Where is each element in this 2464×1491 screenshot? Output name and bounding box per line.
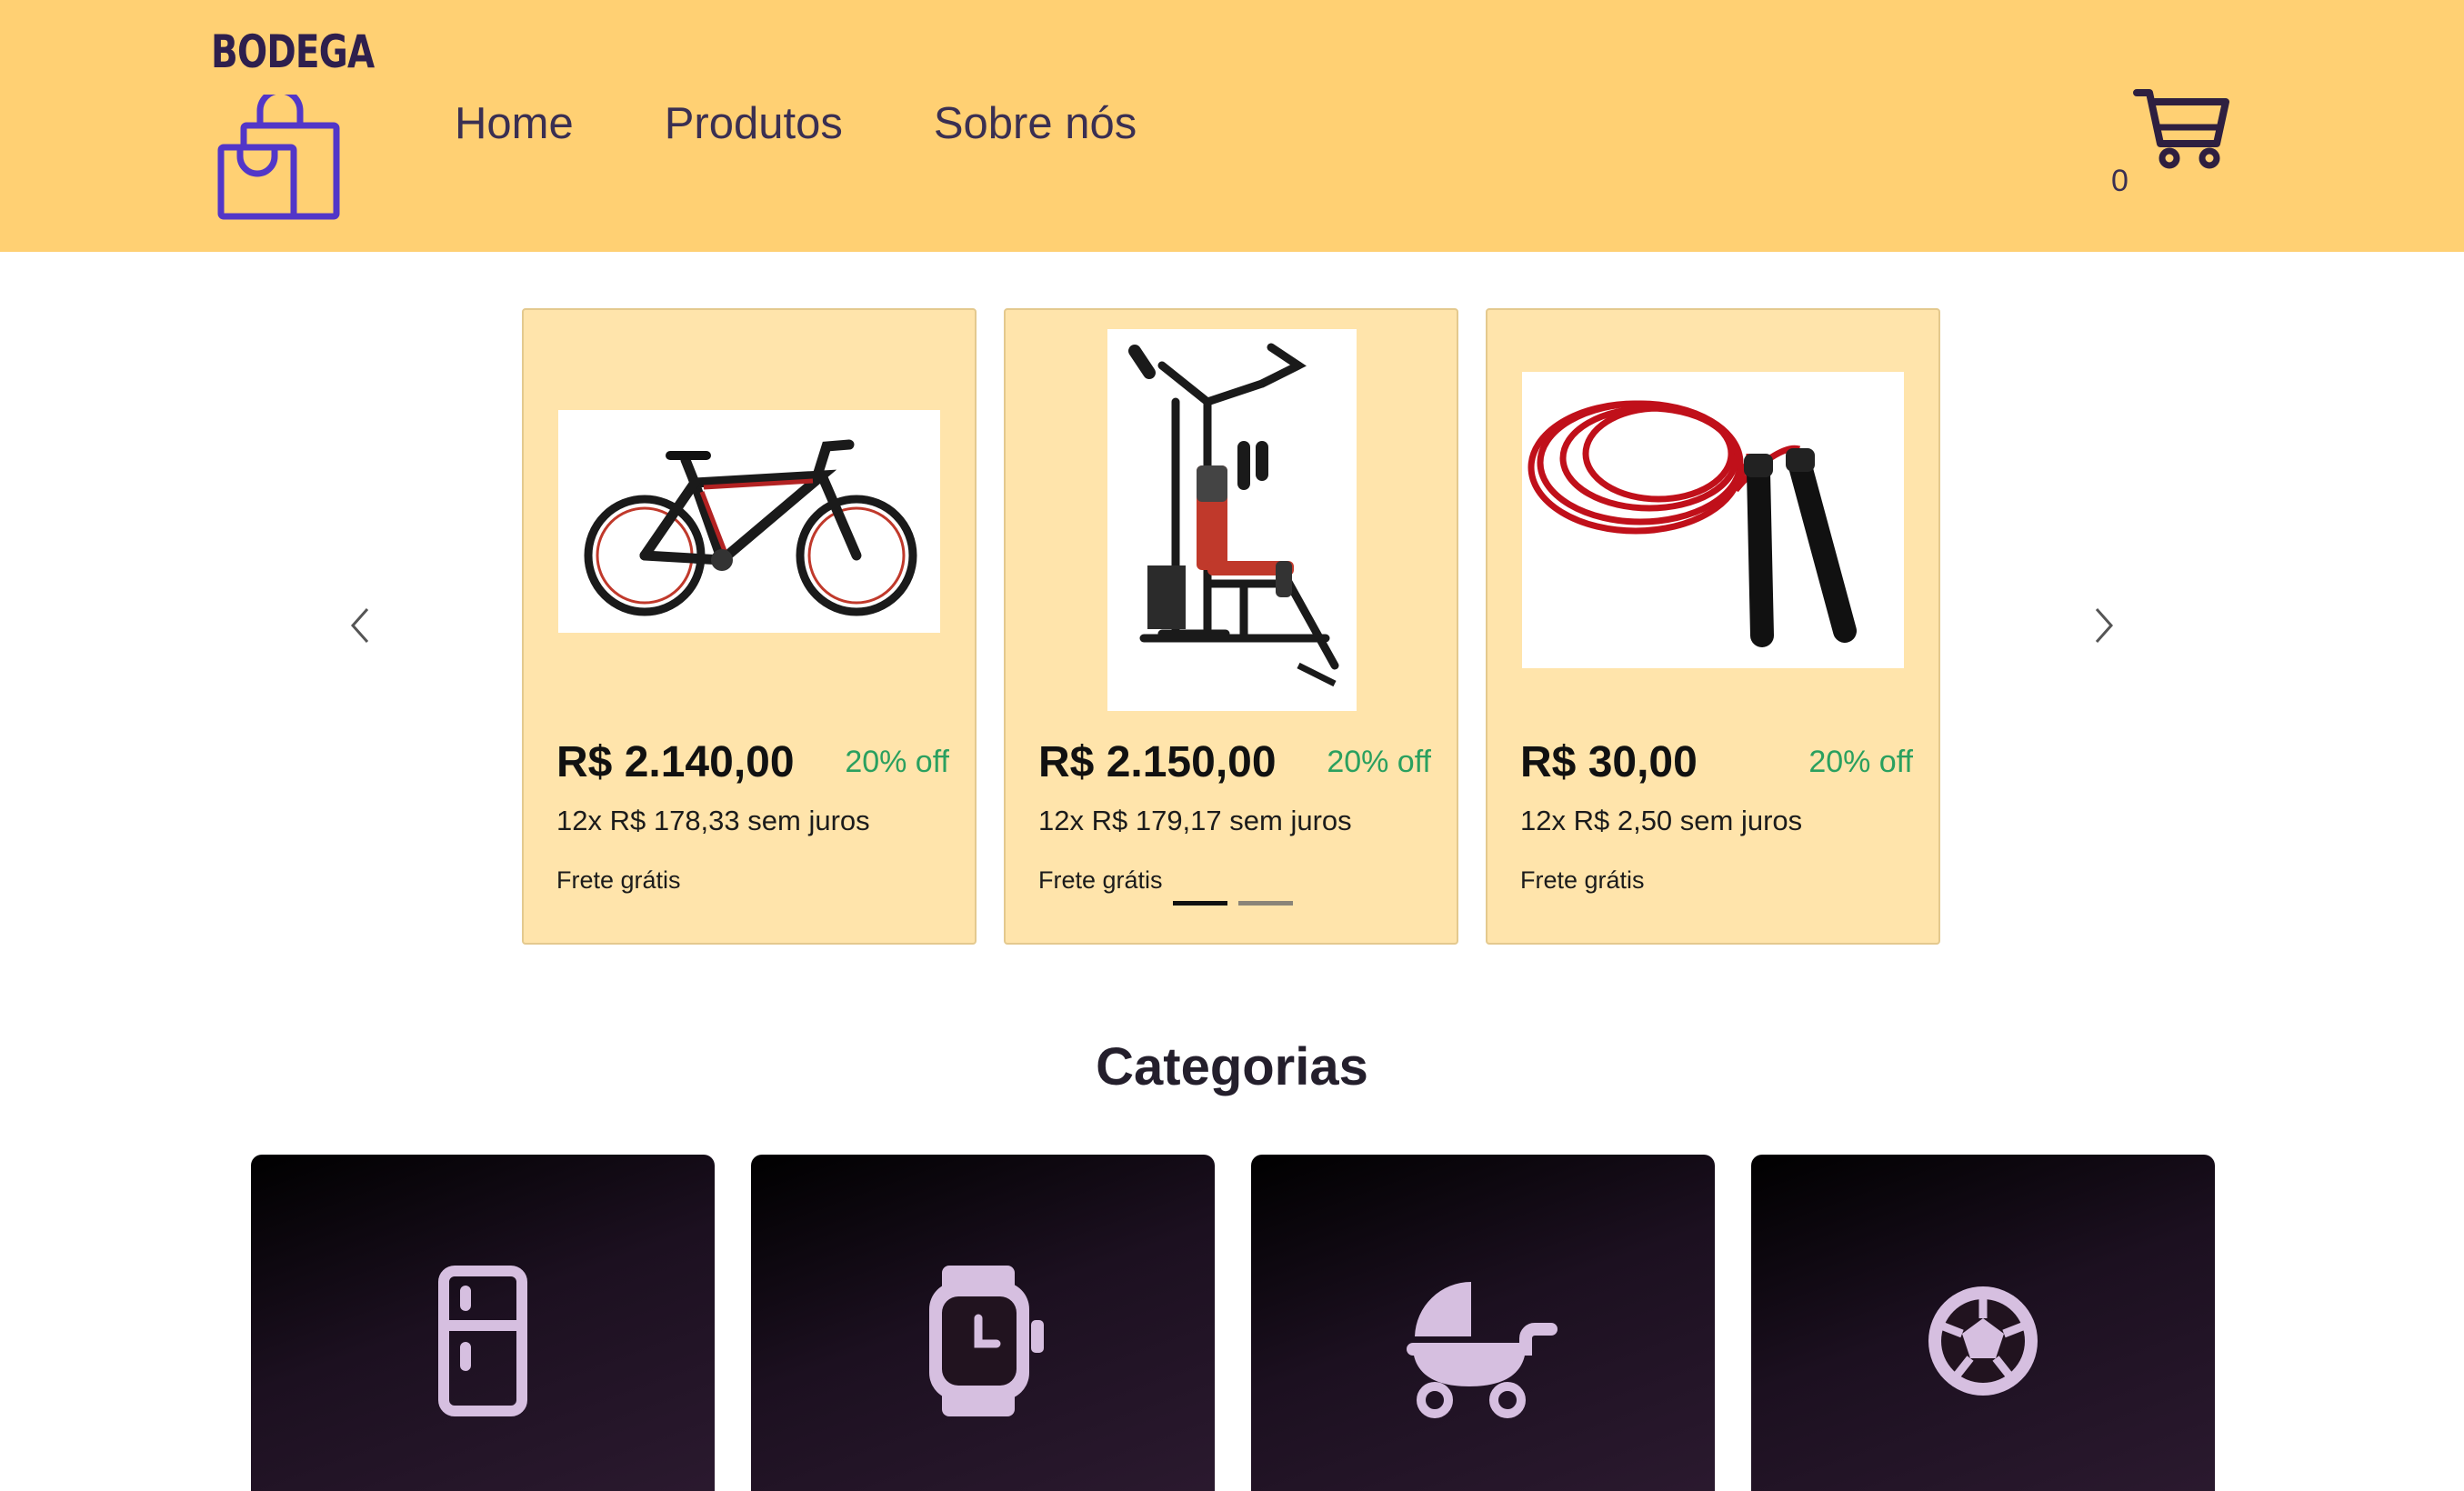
site-header: BODEGA Home Produtos Sobre nós 0 <box>0 0 2464 252</box>
smartwatch-icon <box>929 1266 1044 1416</box>
bicycle-image <box>558 410 940 633</box>
jump-rope-image <box>1522 372 1904 668</box>
home-gym-image <box>1107 329 1357 711</box>
chevron-right-icon[interactable] <box>2088 604 2120 647</box>
shipping-text: Frete grátis <box>556 866 681 894</box>
soccer-ball-icon <box>1928 1286 2038 1396</box>
product-price: R$ 30,00 <box>1520 738 1698 786</box>
category-card-watches[interactable] <box>751 1155 1215 1491</box>
discount-badge: 20% off <box>845 745 949 779</box>
product-card[interactable]: R$ 2.150,00 20% off 12x R$ 179,17 sem ju… <box>1004 308 1458 945</box>
nav-home[interactable]: Home <box>455 98 574 149</box>
main-nav: Home Produtos Sobre nós <box>455 98 1227 149</box>
brand-name[interactable]: BODEGA <box>211 25 375 78</box>
shopping-bag-icon[interactable] <box>216 95 344 222</box>
cart-icon[interactable] <box>2133 87 2231 171</box>
nav-sobre-nos[interactable]: Sobre nós <box>934 98 1137 149</box>
carousel-indicator[interactable] <box>1238 901 1293 906</box>
nav-produtos[interactable]: Produtos <box>665 98 843 149</box>
product-price: R$ 2.150,00 <box>1038 738 1277 786</box>
discount-badge: 20% off <box>1808 745 1913 779</box>
installments-text: 12x R$ 178,33 sem juros <box>556 805 870 836</box>
installments-text: 12x R$ 2,50 sem juros <box>1520 805 1803 836</box>
chevron-left-icon[interactable] <box>344 604 376 647</box>
discount-badge: 20% off <box>1327 745 1431 779</box>
product-card[interactable]: R$ 30,00 20% off 12x R$ 2,50 sem juros F… <box>1486 308 1940 945</box>
product-card[interactable]: R$ 2.140,00 20% off 12x R$ 178,33 sem ju… <box>522 308 977 945</box>
cart-count: 0 <box>2111 164 2128 198</box>
shipping-text: Frete grátis <box>1038 866 1163 894</box>
category-card-appliances[interactable] <box>251 1155 715 1491</box>
category-card-sports[interactable] <box>1751 1155 2215 1491</box>
baby-stroller-icon <box>1407 1282 1558 1418</box>
product-price: R$ 2.140,00 <box>556 738 795 786</box>
installments-text: 12x R$ 179,17 sem juros <box>1038 805 1352 836</box>
shipping-text: Frete grátis <box>1520 866 1645 894</box>
refrigerator-icon <box>438 1266 527 1416</box>
category-card-baby[interactable] <box>1251 1155 1715 1491</box>
categories-title: Categorias <box>1096 1037 1368 1096</box>
carousel-indicator-active[interactable] <box>1173 901 1227 906</box>
